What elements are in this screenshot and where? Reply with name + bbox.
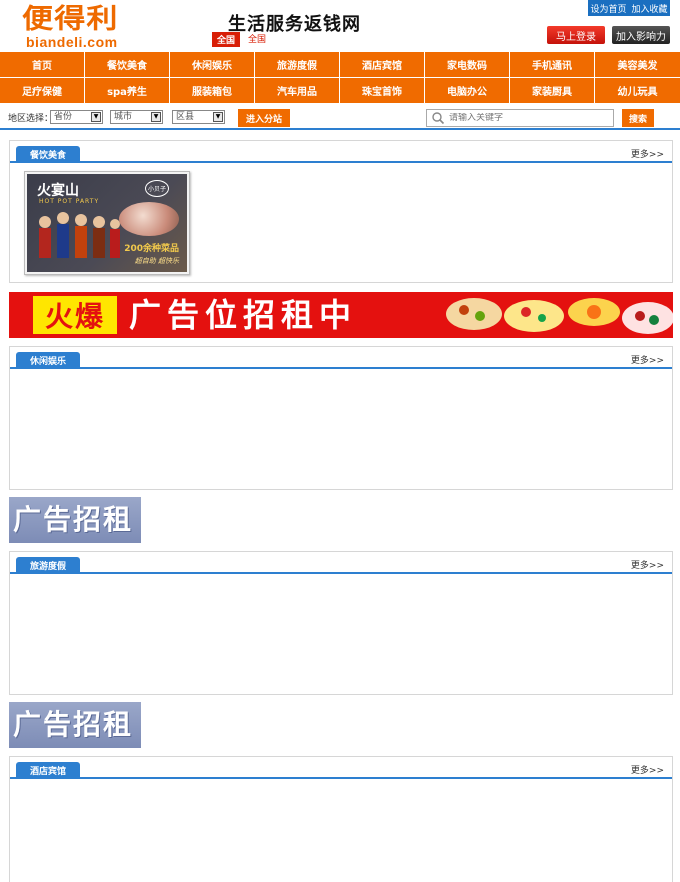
section-header: 餐饮美食 更多>> xyxy=(10,141,672,163)
chevron-down-icon: ▼ xyxy=(151,112,161,122)
merchant-badge: 小贝子 xyxy=(144,180,169,197)
nav-item-travel[interactable]: 旅游度假 xyxy=(255,52,340,78)
region-filter-bar: 地区选择： 省份 ▼ 城市 ▼ 区县 ▼ 进入分站 搜索 xyxy=(0,104,680,130)
section-tab-leisure[interactable]: 休闲娱乐 xyxy=(16,352,80,369)
chevron-down-icon: ▼ xyxy=(213,112,223,122)
section-hotel: 酒店宾馆 更多>> xyxy=(9,756,673,882)
merchant-thumbnail[interactable]: 火宴山 HOT POT PARTY 小贝子 200余种菜品 超自助 超快乐 xyxy=(24,171,190,275)
merchant-image: 火宴山 HOT POT PARTY 小贝子 200余种菜品 超自助 超快乐 xyxy=(27,174,187,272)
banner-text: 广告位招租中 xyxy=(129,296,358,334)
top-links-bar: 设为首页 加入收藏 xyxy=(588,0,670,16)
logo-domain: biandeli.com xyxy=(26,34,118,50)
city-select-value: 城市 xyxy=(114,112,133,122)
province-select-value: 省份 xyxy=(54,112,73,122)
set-home-link[interactable]: 设为首页 xyxy=(590,2,626,15)
nav-item-kitchen[interactable]: 家装厨具 xyxy=(510,78,595,104)
section-tab-hotel[interactable]: 酒店宾馆 xyxy=(16,762,80,779)
region-switch-link[interactable]: 全国 xyxy=(248,32,266,45)
main-nav: 首页 餐饮美食 休闲娱乐 旅游度假 酒店宾馆 家电数码 手机通讯 美容美发 足疗… xyxy=(0,52,680,104)
province-select[interactable]: 省份 ▼ xyxy=(50,110,103,124)
section-tab-food[interactable]: 餐饮美食 xyxy=(16,146,80,163)
ad-banner-large[interactable]: 火爆 广告位招租中 xyxy=(9,292,673,338)
ad-banner-small[interactable]: 广告招租 xyxy=(9,497,141,543)
more-link[interactable]: 更多>> xyxy=(631,353,664,366)
city-select[interactable]: 城市 ▼ xyxy=(110,110,163,124)
nav-item-food[interactable]: 餐饮美食 xyxy=(85,52,170,78)
login-button[interactable]: 马上登录 xyxy=(547,26,605,44)
banner-small-text: 广告招租 xyxy=(13,503,134,536)
add-favorite-link[interactable]: 加入收藏 xyxy=(631,2,667,15)
section-tab-travel[interactable]: 旅游度假 xyxy=(16,557,80,574)
nav-item-clothing[interactable]: 服装箱包 xyxy=(170,78,255,104)
logo-chinese: 便得利 xyxy=(22,4,119,35)
section-travel: 旅游度假 更多>> xyxy=(9,551,673,695)
merchant-tagline: 超自助 超快乐 xyxy=(134,257,179,265)
chevron-down-icon: ▼ xyxy=(91,112,101,122)
nav-item-mobile[interactable]: 手机通讯 xyxy=(510,52,595,78)
search-icon xyxy=(432,112,445,125)
nav-item-toys[interactable]: 幼儿玩具 xyxy=(595,78,680,104)
county-select-value: 区县 xyxy=(176,112,195,122)
nav-item-spa[interactable]: spa养生 xyxy=(85,78,170,104)
search-input[interactable] xyxy=(449,113,609,123)
banner-hot-label: 火爆 xyxy=(33,296,117,334)
section-leisure: 休闲娱乐 更多>> xyxy=(9,346,673,490)
section-header: 旅游度假 更多>> xyxy=(10,552,672,574)
food-plate-image xyxy=(119,202,179,236)
banner-small-text: 广告招租 xyxy=(13,708,134,741)
nav-item-jewelry[interactable]: 珠宝首饰 xyxy=(340,78,425,104)
more-link[interactable]: 更多>> xyxy=(631,763,664,776)
nav-item-auto[interactable]: 汽车用品 xyxy=(255,78,340,104)
site-logo[interactable]: 便得利 biandeli.com xyxy=(22,5,142,50)
merchant-subtitle: HOT POT PARTY xyxy=(39,198,100,205)
people-illustration xyxy=(39,212,120,258)
current-region-badge: 全国 xyxy=(212,32,241,47)
merchant-title: 火宴山 xyxy=(37,183,79,199)
join-button[interactable]: 加入影响力 xyxy=(612,26,670,44)
enter-substation-button[interactable]: 进入分站 xyxy=(238,109,290,127)
nav-item-foot-massage[interactable]: 足疗保健 xyxy=(0,78,85,104)
more-link[interactable]: 更多>> xyxy=(631,147,664,160)
nav-item-office[interactable]: 电脑办公 xyxy=(425,78,510,104)
search-box xyxy=(426,109,614,127)
region-label: 地区选择： xyxy=(8,114,54,124)
section-header: 酒店宾馆 更多>> xyxy=(10,757,672,779)
search-button[interactable]: 搜索 xyxy=(622,109,654,127)
section-food: 餐饮美食 更多>> 火宴山 HOT POT PARTY 小贝子 200余种菜品 … xyxy=(9,140,673,283)
food-photo-strip xyxy=(434,292,673,338)
nav-item-appliance[interactable]: 家电数码 xyxy=(425,52,510,78)
county-select[interactable]: 区县 ▼ xyxy=(172,110,225,124)
nav-item-beauty[interactable]: 美容美发 xyxy=(595,52,680,78)
more-link[interactable]: 更多>> xyxy=(631,558,664,571)
merchant-dish-count: 200余种菜品 xyxy=(124,244,179,254)
nav-item-home[interactable]: 首页 xyxy=(0,52,85,78)
ad-banner-small[interactable]: 广告招租 xyxy=(9,702,141,748)
nav-item-leisure[interactable]: 休闲娱乐 xyxy=(170,52,255,78)
section-header: 休闲娱乐 更多>> xyxy=(10,347,672,369)
nav-item-hotel[interactable]: 酒店宾馆 xyxy=(340,52,425,78)
